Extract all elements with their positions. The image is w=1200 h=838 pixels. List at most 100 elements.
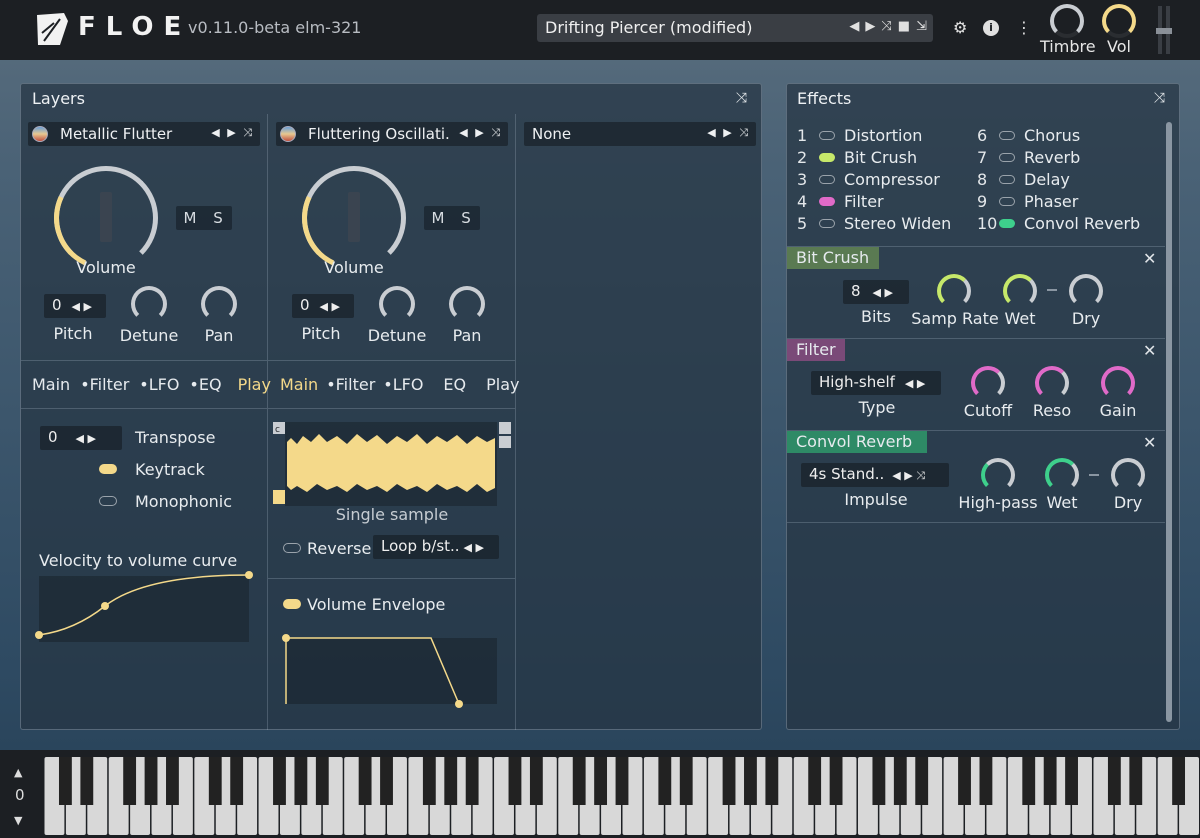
- black-key[interactable]: [808, 757, 822, 805]
- black-key[interactable]: [422, 757, 436, 805]
- instrument-nav-icons[interactable]: ◀ ▶ ⤨: [707, 126, 750, 140]
- black-key[interactable]: [58, 757, 72, 805]
- effect-toggle[interactable]: [819, 175, 835, 184]
- effect-toggle[interactable]: [999, 131, 1015, 140]
- black-key[interactable]: [1129, 757, 1143, 805]
- effect-toggle[interactable]: [819, 219, 835, 228]
- black-key[interactable]: [380, 757, 393, 805]
- effect-toggle[interactable]: [819, 153, 835, 162]
- keytrack-toggle[interactable]: [99, 464, 117, 474]
- gear-icon[interactable]: ⚙: [953, 18, 967, 37]
- tab-lfo[interactable]: •LFO: [139, 375, 179, 394]
- black-key[interactable]: [294, 757, 308, 805]
- convol-wet-knob[interactable]: [1045, 458, 1079, 492]
- reso-knob[interactable]: [1035, 366, 1069, 400]
- black-key[interactable]: [765, 757, 779, 805]
- reverse-toggle[interactable]: [283, 543, 301, 553]
- black-key[interactable]: [679, 757, 693, 805]
- black-key[interactable]: [872, 757, 886, 805]
- black-key[interactable]: [744, 757, 757, 805]
- effect-item[interactable]: 9 Phaser: [977, 192, 1157, 212]
- black-key[interactable]: [1172, 757, 1186, 805]
- black-key[interactable]: [144, 757, 158, 805]
- black-key[interactable]: [829, 757, 843, 805]
- effect-toggle[interactable]: [819, 197, 835, 206]
- black-key[interactable]: [273, 757, 286, 805]
- effect-toggle[interactable]: [819, 131, 835, 140]
- shuffle-icon[interactable]: ⤨: [881, 19, 891, 34]
- volume-envelope-toggle[interactable]: [283, 599, 301, 609]
- mute-solo[interactable]: M S: [176, 206, 232, 230]
- effect-item[interactable]: 5 Stereo Widen: [797, 214, 977, 234]
- waveform-display[interactable]: c: [271, 420, 515, 510]
- layer1-pan-knob[interactable]: [201, 286, 237, 322]
- layer1-instrument-selector[interactable]: Metallic Flutter ◀ ▶ ⤨: [28, 122, 260, 146]
- volume-knob[interactable]: [1102, 4, 1136, 38]
- cutoff-knob[interactable]: [971, 366, 1005, 400]
- layers-shuffle-icon[interactable]: ⤨: [736, 90, 747, 106]
- timbre-knob[interactable]: [1050, 4, 1084, 38]
- meter-fader[interactable]: [1156, 28, 1172, 34]
- effect-item[interactable]: 6 Chorus: [977, 126, 1157, 146]
- tab-main[interactable]: Main: [32, 375, 70, 394]
- layer3-instrument-selector[interactable]: None ◀ ▶ ⤨: [524, 122, 756, 146]
- black-key[interactable]: [444, 757, 458, 805]
- tab-eq[interactable]: •EQ: [189, 375, 221, 394]
- layer2-pitch-stepper[interactable]: 0 ◀ ▶: [292, 294, 354, 318]
- black-key[interactable]: [893, 757, 907, 805]
- black-key[interactable]: [208, 757, 222, 805]
- black-key[interactable]: [358, 757, 372, 805]
- effect-item[interactable]: 4 Filter: [797, 192, 977, 212]
- load-icon[interactable]: ⇲: [916, 19, 927, 34]
- mute-button[interactable]: M: [424, 206, 452, 230]
- black-key[interactable]: [315, 757, 329, 805]
- black-key[interactable]: [465, 757, 479, 805]
- preset-selector[interactable]: Drifting Piercer (modified) ◀ ▶ ⤨ ■ ⇲: [537, 14, 933, 42]
- instrument-nav-icons[interactable]: ◀ ▶ ⤨: [459, 126, 502, 140]
- bitcrush-dry-knob[interactable]: [1069, 274, 1103, 308]
- black-key[interactable]: [166, 757, 179, 805]
- mute-button[interactable]: M: [176, 206, 204, 230]
- mute-solo[interactable]: M S: [424, 206, 480, 230]
- samp-rate-knob[interactable]: [937, 274, 971, 308]
- black-key[interactable]: [508, 757, 522, 805]
- menu-dots-icon[interactable]: ⋮: [1016, 18, 1032, 37]
- black-key[interactable]: [80, 757, 94, 805]
- black-key[interactable]: [529, 757, 543, 805]
- convol-reverb-close-icon[interactable]: ✕: [1143, 433, 1156, 452]
- black-key[interactable]: [1107, 757, 1121, 805]
- black-key[interactable]: [230, 757, 244, 805]
- tab-play[interactable]: Play: [486, 375, 519, 394]
- convol-dry-knob[interactable]: [1111, 458, 1145, 492]
- gain-knob[interactable]: [1101, 366, 1135, 400]
- filter-close-icon[interactable]: ✕: [1143, 341, 1156, 360]
- black-key[interactable]: [658, 757, 672, 805]
- black-key[interactable]: [123, 757, 137, 805]
- layer2-pan-knob[interactable]: [449, 286, 485, 322]
- volume-envelope-editor[interactable]: [281, 632, 501, 712]
- effect-item[interactable]: 1 Distortion: [797, 126, 977, 146]
- piano-keyboard[interactable]: [44, 757, 1200, 838]
- layer1-detune-knob[interactable]: [131, 286, 167, 322]
- black-key[interactable]: [1043, 757, 1057, 805]
- tab-eq[interactable]: EQ: [443, 375, 466, 394]
- effect-toggle[interactable]: [999, 175, 1015, 184]
- next-preset-icon[interactable]: ▶: [865, 19, 875, 34]
- black-key[interactable]: [958, 757, 971, 805]
- effect-toggle[interactable]: [999, 197, 1015, 206]
- black-key[interactable]: [722, 757, 736, 805]
- effect-item[interactable]: 2 Bit Crush: [797, 148, 977, 168]
- monophonic-toggle[interactable]: [99, 496, 117, 506]
- octave-up-icon[interactable]: ▲: [14, 766, 22, 779]
- solo-button[interactable]: S: [452, 206, 480, 230]
- tab-main[interactable]: Main: [280, 375, 318, 394]
- tab-lfo[interactable]: •LFO: [383, 375, 423, 394]
- effects-shuffle-icon[interactable]: ⤨: [1154, 90, 1165, 106]
- bitcrush-close-icon[interactable]: ✕: [1143, 249, 1156, 268]
- black-key[interactable]: [979, 757, 993, 805]
- bitcrush-wet-knob[interactable]: [1003, 274, 1037, 308]
- layer2-detune-knob[interactable]: [379, 286, 415, 322]
- black-key[interactable]: [915, 757, 929, 805]
- bits-stepper[interactable]: 8 ◀ ▶: [843, 280, 909, 304]
- velocity-curve-editor[interactable]: [35, 570, 255, 642]
